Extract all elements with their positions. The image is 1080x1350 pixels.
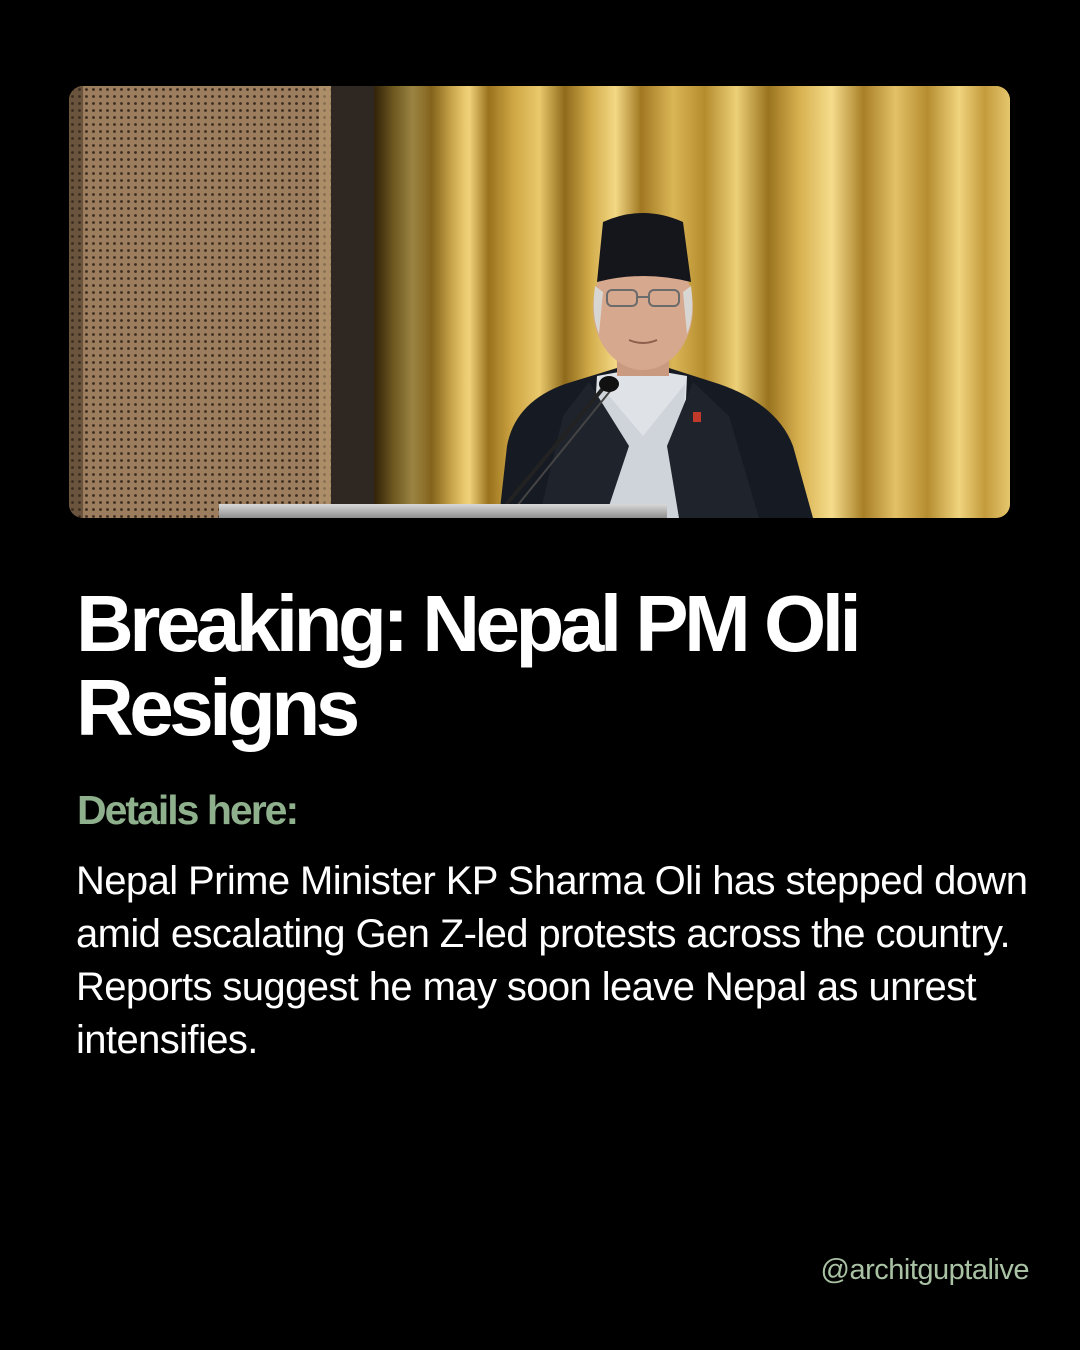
news-photo (69, 86, 1010, 518)
author-handle: @architguptalive (820, 1254, 1030, 1286)
headline: Breaking: Nepal PM Oli Resigns (76, 579, 862, 752)
body-text: Nepal Prime Minister KP Sharma Oli has s… (76, 859, 1028, 1062)
subheading: Details here: (77, 787, 299, 833)
speaker-at-podium-photo (69, 86, 1010, 518)
